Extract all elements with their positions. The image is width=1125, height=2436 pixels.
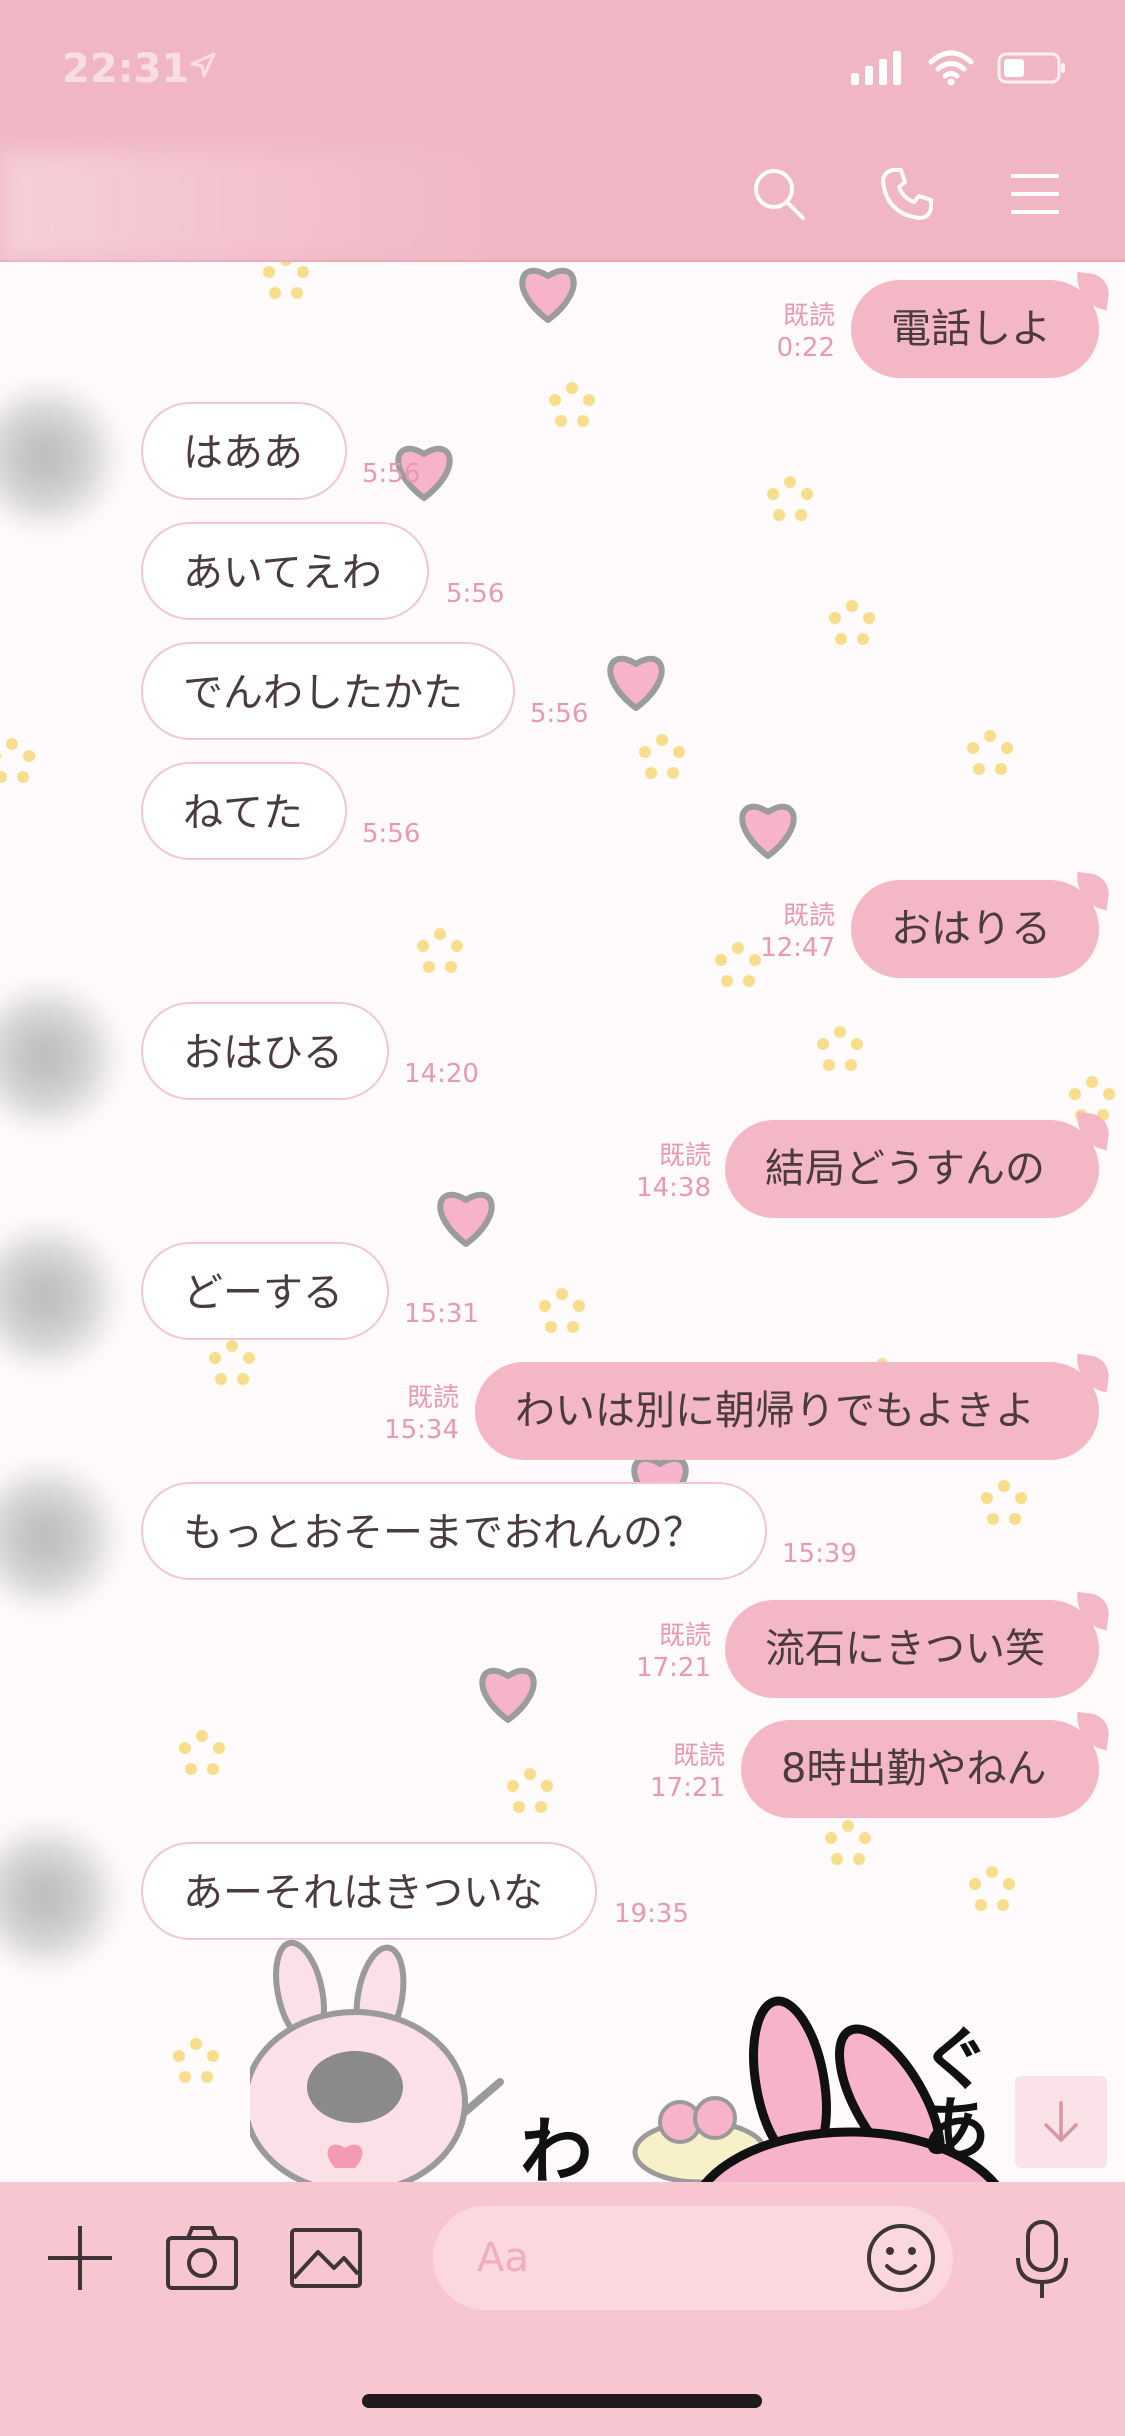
message-meta: 既読 15:34 <box>384 1383 459 1445</box>
message-input-bar <box>0 2182 1125 2436</box>
message-bubble-sent[interactable]: おはりる <box>851 880 1099 978</box>
message-bubble-received[interactable]: あいてえわ <box>141 522 429 620</box>
message-bubble-sent[interactable]: 結局どうすんの <box>725 1120 1099 1218</box>
image-icon[interactable] <box>288 2222 364 2298</box>
message-bubble-sent[interactable]: 流石にきつい笑 <box>725 1600 1099 1698</box>
message-time: 14:20 <box>404 1059 479 1089</box>
avatar[interactable] <box>0 1222 120 1372</box>
message-bubble-received[interactable]: あーそれはきついな <box>141 1842 597 1940</box>
message-time: 15:31 <box>404 1299 479 1329</box>
emoji-icon[interactable] <box>863 2220 939 2300</box>
wifi-icon <box>928 50 974 86</box>
avatar[interactable] <box>0 382 120 532</box>
message-meta: 既読 17:21 <box>650 1741 725 1803</box>
scroll-to-bottom-button[interactable] <box>1015 2076 1107 2168</box>
arrow-down-icon <box>1044 2101 1078 2142</box>
avatar[interactable] <box>0 1462 120 1612</box>
header-actions <box>749 164 1065 224</box>
status-time: 22:31 <box>62 46 190 92</box>
message-bubble-received[interactable]: でんわしたかた <box>141 642 515 740</box>
chat-title-blurred <box>0 150 520 262</box>
avatar[interactable] <box>0 982 120 1132</box>
chat-messages[interactable]: 既読 0:22 電話しよ はああ 5:56 あいてえわ 5:56 でんわしたかた … <box>0 262 1125 2182</box>
search-icon[interactable] <box>749 164 809 224</box>
battery-icon <box>997 52 1065 84</box>
status-icons <box>851 50 1067 86</box>
location-arrow-icon <box>188 50 218 84</box>
message-bubble-sent[interactable]: わいは別に朝帰りでもよきよ <box>475 1362 1099 1460</box>
message-bubble-received[interactable]: どーする <box>141 1242 389 1340</box>
message-meta: 既読 0:22 <box>776 301 835 363</box>
message-time: 5:56 <box>362 819 421 849</box>
message-time: 15:39 <box>782 1539 857 1569</box>
message-meta: 既読 17:21 <box>636 1621 711 1683</box>
message-input[interactable] <box>477 2228 837 2288</box>
message-bubble-received[interactable]: もっとおそーまでおれんの？ <box>141 1482 767 1580</box>
avatar[interactable] <box>0 1822 120 1972</box>
signal-icon <box>851 51 901 85</box>
sticker-text-left: わる <box>507 2112 593 2182</box>
phone-icon[interactable] <box>877 164 937 224</box>
message-field[interactable] <box>433 2206 953 2310</box>
input-actions <box>44 2222 364 2298</box>
message-bubble-received[interactable]: ねてた <box>141 762 347 860</box>
message-time: 5:56 <box>530 699 589 729</box>
message-meta: 既読 14:38 <box>636 1141 711 1203</box>
plus-icon[interactable] <box>44 2222 116 2298</box>
message-time: 5:56 <box>446 579 505 609</box>
sticker-text-right: ぐあ <box>909 2022 991 2162</box>
camera-icon[interactable] <box>164 2222 240 2298</box>
message-bubble-received[interactable]: おはひる <box>141 1002 389 1100</box>
mic-icon[interactable] <box>1010 2218 1074 2306</box>
home-indicator <box>362 2394 762 2408</box>
message-bubble-sent[interactable]: 電話しよ <box>851 280 1099 378</box>
message-time: 5:56 <box>362 459 421 489</box>
message-meta: 既読 12:47 <box>760 901 835 963</box>
message-bubble-received[interactable]: はああ <box>141 402 347 500</box>
message-time: 19:35 <box>614 1899 689 1929</box>
menu-icon[interactable] <box>1005 164 1065 224</box>
message-bubble-sent[interactable]: 8時出勤やねん <box>741 1720 1099 1818</box>
chat-header: 22:31 <box>0 0 1125 262</box>
